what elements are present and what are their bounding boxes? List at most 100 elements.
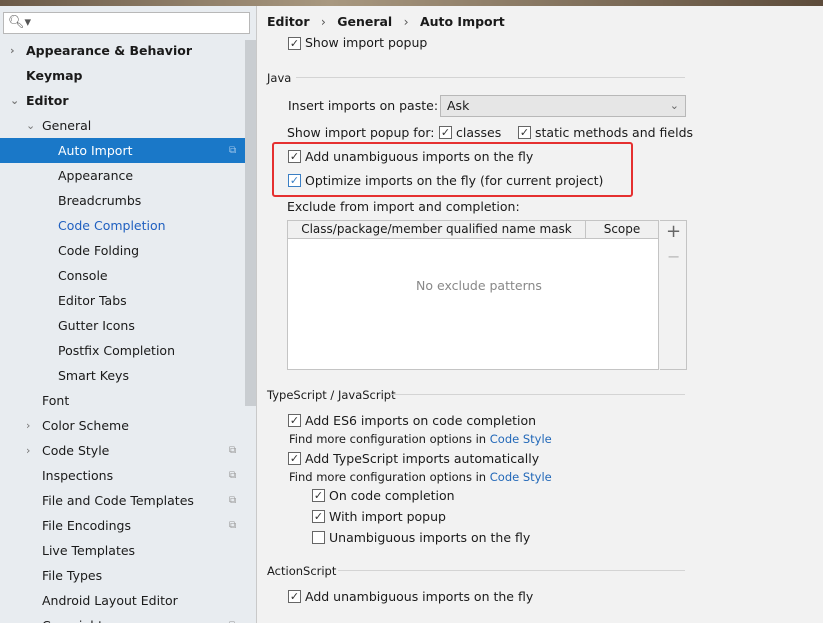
chevron-right-icon[interactable]: › (26, 438, 30, 463)
insert-imports-label: Insert imports on paste: (288, 98, 439, 113)
code-style-link[interactable]: Code Style (490, 432, 552, 446)
es6-imports-checkbox[interactable]: ✓ (288, 414, 301, 427)
sidebar-item-label: Editor (26, 93, 69, 108)
sidebar-item-appearance-behavior[interactable]: › Appearance & Behavior (0, 38, 245, 63)
exclude-table[interactable]: Class/package/member qualified name mask… (287, 220, 659, 370)
sidebar-item-label: File Encodings (42, 518, 132, 533)
project-scope-icon: ⧉ (229, 495, 237, 506)
chevron-down-icon[interactable]: ⌄ (26, 113, 35, 138)
remove-icon[interactable]: − (667, 247, 680, 266)
sidebar-item-label: Editor Tabs (58, 293, 127, 308)
sidebar-item-smart-keys[interactable]: Smart Keys (0, 363, 245, 388)
sidebar-item-file-encodings[interactable]: File Encodings ⧉ (0, 513, 245, 538)
ts-section-title: TypeScript / JavaScript (267, 388, 396, 402)
popup-for-label: Show import popup for: (287, 125, 435, 140)
settings-sidebar: 🔍︎▾ › Appearance & Behavior Keymap ⌄ Editor ⌄… (0, 6, 257, 623)
static-methods-label: static methods and fields (535, 125, 694, 140)
breadcrumb-separator-icon: › (403, 14, 409, 29)
on-completion-checkbox[interactable]: ✓ (312, 489, 325, 502)
with-popup-checkbox[interactable]: ✓ (312, 510, 325, 523)
as-add-unambiguous-label: Add unambiguous imports on the fly (305, 589, 534, 604)
es6-imports-label: Add ES6 imports on code completion (305, 413, 537, 428)
more-options-text: Find more configuration options in Code … (289, 432, 552, 446)
sidebar-item-appearance[interactable]: Appearance (0, 163, 245, 188)
sidebar-item-label: Keymap (26, 68, 83, 83)
code-style-link[interactable]: Code Style (490, 470, 552, 484)
sidebar-item-auto-import[interactable]: Auto Import ⧉ (0, 138, 256, 163)
add-unambiguous-checkbox[interactable]: ✓ (288, 150, 301, 163)
project-scope-icon: ⧉ (229, 145, 237, 156)
chevron-down-icon[interactable]: ⌄ (10, 88, 19, 113)
settings-content: Editor › General › Auto Import ✓ Show im… (258, 6, 823, 623)
project-scope-icon: ⧉ (229, 613, 236, 623)
empty-table-text: No exclude patterns (416, 278, 542, 293)
breadcrumb-editor[interactable]: Editor (267, 14, 310, 29)
sidebar-item-general[interactable]: ⌄ General (0, 113, 245, 138)
sidebar-item-copyright[interactable]: › Copyright ⧉ (0, 613, 245, 623)
breadcrumb-general[interactable]: General (337, 14, 392, 29)
as-add-unambiguous-checkbox[interactable]: ✓ (288, 590, 301, 603)
chevron-right-icon[interactable]: › (10, 38, 15, 63)
java-section-title: Java (267, 71, 292, 85)
sidebar-item-code-folding[interactable]: Code Folding (0, 238, 245, 263)
sidebar-item-keymap[interactable]: Keymap (0, 63, 245, 88)
sidebar-item-inspections[interactable]: Inspections ⧉ (0, 463, 245, 488)
show-import-popup-label: Show import popup (305, 35, 428, 50)
sidebar-item-breadcrumbs[interactable]: Breadcrumbs (0, 188, 245, 213)
static-methods-checkbox[interactable]: ✓ (518, 126, 531, 139)
sidebar-item-label: Android Layout Editor (42, 593, 178, 608)
add-unambiguous-label: Add unambiguous imports on the fly (305, 149, 534, 164)
sidebar-item-label: Appearance & Behavior (26, 43, 192, 58)
sidebar-item-code-completion[interactable]: Code Completion (0, 213, 245, 238)
sidebar-item-label: Code Style (42, 443, 110, 458)
sidebar-item-live-templates[interactable]: Live Templates (0, 538, 245, 563)
chevron-down-icon: ⌄ (669, 99, 679, 112)
sidebar-item-gutter-icons[interactable]: Gutter Icons (0, 313, 245, 338)
sidebar-item-label: Smart Keys (58, 368, 129, 383)
chevron-right-icon[interactable]: › (26, 613, 30, 623)
ts-auto-imports-checkbox[interactable]: ✓ (288, 452, 301, 465)
sidebar-item-color-scheme[interactable]: › Color Scheme (0, 413, 245, 438)
chevron-right-icon[interactable]: › (26, 413, 30, 438)
column-header-scope[interactable]: Scope (586, 221, 658, 239)
classes-checkbox[interactable]: ✓ (439, 126, 452, 139)
sidebar-item-label: Code Completion (58, 218, 166, 233)
sidebar-item-file-and-code-templates[interactable]: File and Code Templates ⧉ (0, 488, 245, 513)
sidebar-item-code-style[interactable]: › Code Style ⧉ (0, 438, 245, 463)
sidebar-item-label: Postfix Completion (58, 343, 175, 358)
sidebar-item-label: Gutter Icons (58, 318, 135, 333)
table-toolbar: + − (660, 220, 687, 370)
project-scope-icon: ⧉ (229, 520, 237, 531)
with-popup-label: With import popup (329, 509, 446, 524)
exclude-label: Exclude from import and completion: (287, 199, 520, 214)
optimize-imports-checkbox[interactable]: ✓ (288, 174, 301, 187)
sidebar-item-label: Live Templates (42, 543, 136, 558)
settings-search-input[interactable]: 🔍︎▾ (3, 12, 250, 34)
sidebar-item-label: Appearance (58, 168, 134, 183)
show-import-popup-checkbox[interactable]: ✓ (288, 37, 301, 50)
sidebar-item-console[interactable]: Console (0, 263, 245, 288)
unambiguous-checkbox[interactable] (312, 531, 325, 544)
sidebar-item-postfix-completion[interactable]: Postfix Completion (0, 338, 245, 363)
insert-imports-select[interactable]: Ask ⌄ (440, 95, 686, 117)
sidebar-scrollbar[interactable] (245, 40, 256, 406)
sidebar-item-file-types[interactable]: File Types (0, 563, 245, 588)
insert-imports-value: Ask (447, 98, 470, 113)
more-options-label: Find more configuration options in (289, 470, 490, 484)
divider (296, 77, 685, 78)
unambiguous-label: Unambiguous imports on the fly (329, 530, 531, 545)
breadcrumb-separator-icon: › (320, 14, 326, 29)
sidebar-item-android-layout-editor[interactable]: Android Layout Editor (0, 588, 245, 613)
classes-label: classes (456, 125, 502, 140)
column-header-mask[interactable]: Class/package/member qualified name mask (288, 221, 586, 239)
optimize-imports-label: Optimize imports on the fly (for current… (305, 173, 604, 188)
add-icon[interactable]: + (666, 221, 681, 242)
sidebar-item-label: Auto Import (58, 143, 133, 158)
sidebar-item-editor-tabs[interactable]: Editor Tabs (0, 288, 245, 313)
sidebar-item-editor[interactable]: ⌄ Editor (0, 88, 245, 113)
project-scope-icon: ⧉ (229, 445, 237, 456)
sidebar-item-font[interactable]: Font (0, 388, 245, 413)
sidebar-item-label: Copyright (42, 613, 103, 623)
sidebar-item-label: Console (58, 268, 108, 283)
sidebar-item-label: Font (42, 393, 70, 408)
